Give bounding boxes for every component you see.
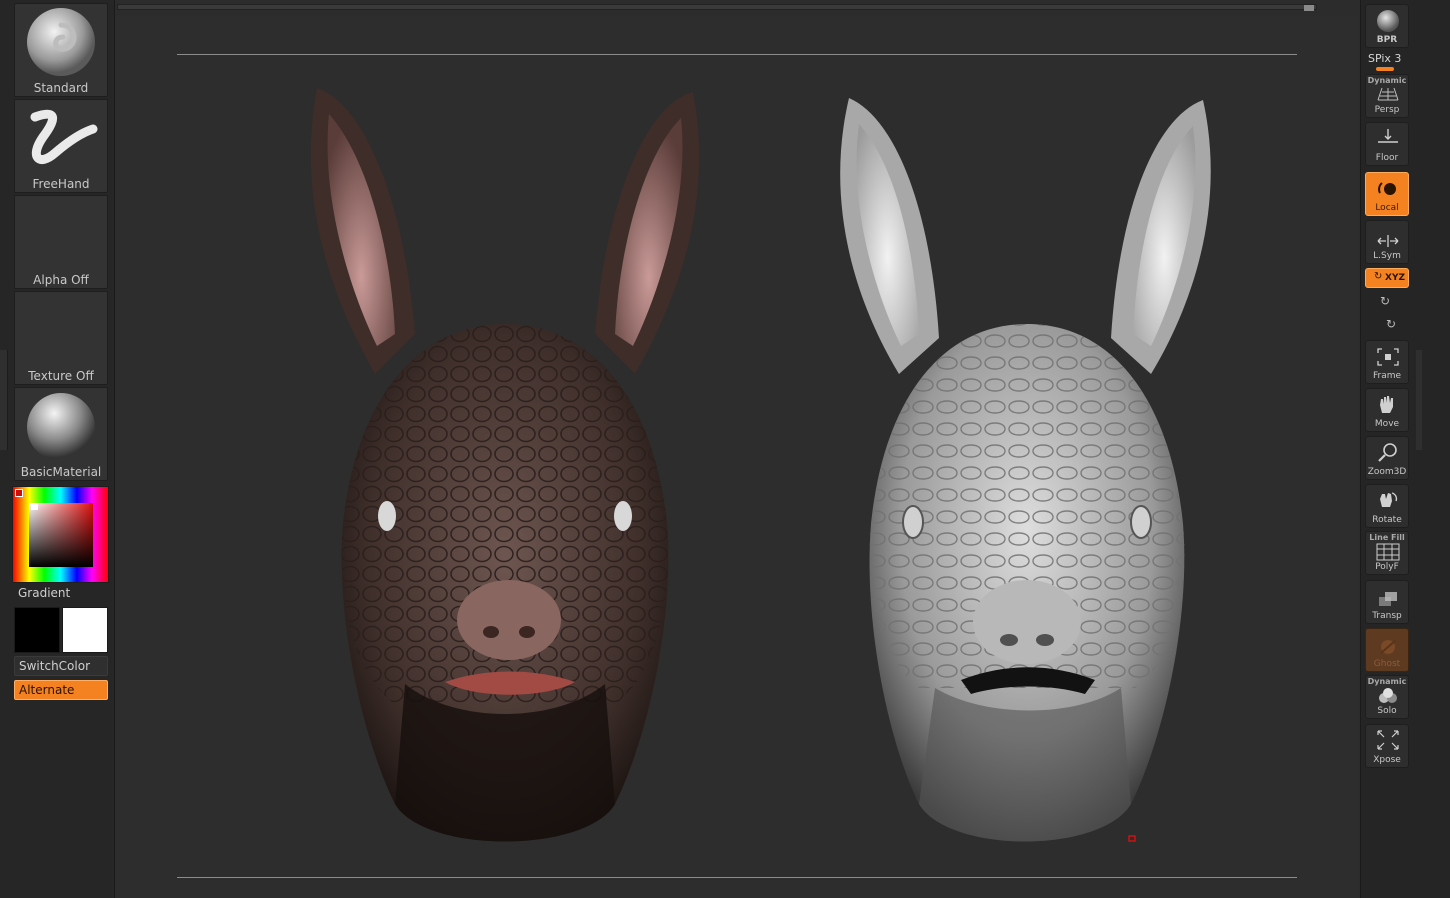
local-button[interactable]: Local: [1365, 172, 1409, 216]
rotate-y-icon[interactable]: ↻: [1380, 294, 1390, 308]
rotate-label: Rotate: [1372, 515, 1402, 525]
color-picker[interactable]: [12, 486, 109, 583]
floor-button[interactable]: Floor: [1365, 122, 1409, 166]
floor-label: Floor: [1375, 153, 1399, 163]
zoom3d-button[interactable]: Zoom3D: [1365, 436, 1409, 480]
canvas-bottom-border: [177, 877, 1297, 878]
gradient-label[interactable]: Gradient: [18, 586, 70, 600]
solo-icon: [1379, 688, 1397, 703]
rotate-z-icon[interactable]: ↻: [1386, 317, 1396, 331]
sculpted-armadillo-head-model[interactable]: [815, 88, 1235, 864]
freehand-stroke-icon: [30, 109, 98, 164]
main-color-swatch[interactable]: [14, 607, 60, 653]
xpose-label: Xpose: [1373, 755, 1401, 765]
material-selector[interactable]: BasicMaterial: [14, 387, 108, 481]
stroke-label: FreeHand: [32, 177, 90, 191]
basic-material-sphere-icon: [27, 393, 95, 461]
transp-icon: [1379, 592, 1397, 606]
textured-armadillo-head-model[interactable]: [295, 84, 715, 860]
scroll-knob[interactable]: [1304, 5, 1314, 11]
bpr-label: BPR: [1376, 35, 1398, 45]
bpr-button[interactable]: BPR: [1365, 4, 1409, 48]
polyf-button[interactable]: Line Fill PolyF: [1365, 531, 1409, 575]
polyf-label: PolyF: [1375, 562, 1399, 572]
right-shelf-handle[interactable]: [1416, 350, 1422, 450]
move-button[interactable]: Move: [1365, 388, 1409, 432]
polyf-grid-icon: [1376, 543, 1400, 561]
xyz-icon: ↻: [1374, 271, 1383, 282]
left-shelf-handle[interactable]: [0, 350, 8, 450]
top-scrollbar[interactable]: [117, 4, 1317, 11]
spix-label[interactable]: SPix 3: [1368, 52, 1401, 65]
transp-button[interactable]: Transp: [1365, 580, 1409, 624]
brush-label: Standard: [33, 81, 89, 95]
bpr-sphere-icon: [1377, 10, 1399, 32]
local-label: Local: [1375, 203, 1399, 213]
solo-button[interactable]: Dynamic Solo: [1365, 675, 1409, 719]
ghost-label: Ghost: [1373, 659, 1401, 669]
stroke-selector[interactable]: FreeHand: [14, 99, 108, 193]
lsym-button[interactable]: L.Sym: [1365, 220, 1409, 264]
solo-label: Solo: [1377, 706, 1397, 716]
zoom-icon: [1378, 443, 1397, 462]
xyz-button[interactable]: ↻ XYZ: [1365, 268, 1409, 288]
document-canvas[interactable]: [115, 16, 1359, 898]
xpose-button[interactable]: Xpose: [1365, 724, 1409, 768]
local-icon: [1378, 182, 1396, 195]
xyz-label: XYZ: [1385, 273, 1405, 283]
move-hand-icon: [1380, 396, 1393, 413]
texture-label: Texture Off: [28, 369, 94, 383]
brush-selector[interactable]: Standard: [14, 3, 108, 97]
move-label: Move: [1374, 419, 1400, 429]
transp-label: Transp: [1372, 611, 1402, 621]
frame-icon: [1377, 348, 1399, 366]
texture-selector[interactable]: Texture Off: [14, 291, 108, 385]
switch-color-button[interactable]: SwitchColor: [14, 656, 108, 676]
lsym-label: L.Sym: [1373, 251, 1401, 261]
hue-marker[interactable]: [15, 489, 23, 497]
canvas-top-border: [177, 54, 1297, 55]
xpose-icon: [1377, 730, 1399, 750]
frame-label: Frame: [1372, 371, 1402, 381]
lsym-icon: [1377, 235, 1399, 247]
material-label: BasicMaterial: [20, 465, 102, 479]
rotate-button[interactable]: Rotate: [1365, 484, 1409, 528]
ghost-button[interactable]: Ghost: [1365, 628, 1409, 672]
ghost-icon: [1380, 640, 1396, 654]
alternate-button[interactable]: Alternate: [14, 680, 108, 700]
persp-top-label: Dynamic: [1367, 76, 1407, 85]
persp-grid-icon: [1377, 87, 1399, 101]
zoom3d-label: Zoom3D: [1367, 467, 1407, 477]
frame-button[interactable]: Frame: [1365, 340, 1409, 384]
solo-top-label: Dynamic: [1367, 677, 1407, 686]
color-marker[interactable]: [31, 503, 38, 510]
standard-brush-icon: [27, 8, 95, 76]
polyf-top-label: Line Fill: [1369, 533, 1405, 542]
persp-label: Persp: [1374, 105, 1400, 115]
rotate-icon: [1380, 492, 1398, 507]
floor-icon: [1378, 129, 1398, 143]
alpha-selector[interactable]: Alpha Off: [14, 195, 108, 289]
spix-slider[interactable]: [1376, 67, 1394, 71]
alpha-label: Alpha Off: [33, 273, 89, 287]
persp-button[interactable]: Dynamic Persp: [1365, 74, 1409, 118]
secondary-color-swatch[interactable]: [62, 607, 108, 653]
saturation-value-square[interactable]: [29, 503, 93, 567]
